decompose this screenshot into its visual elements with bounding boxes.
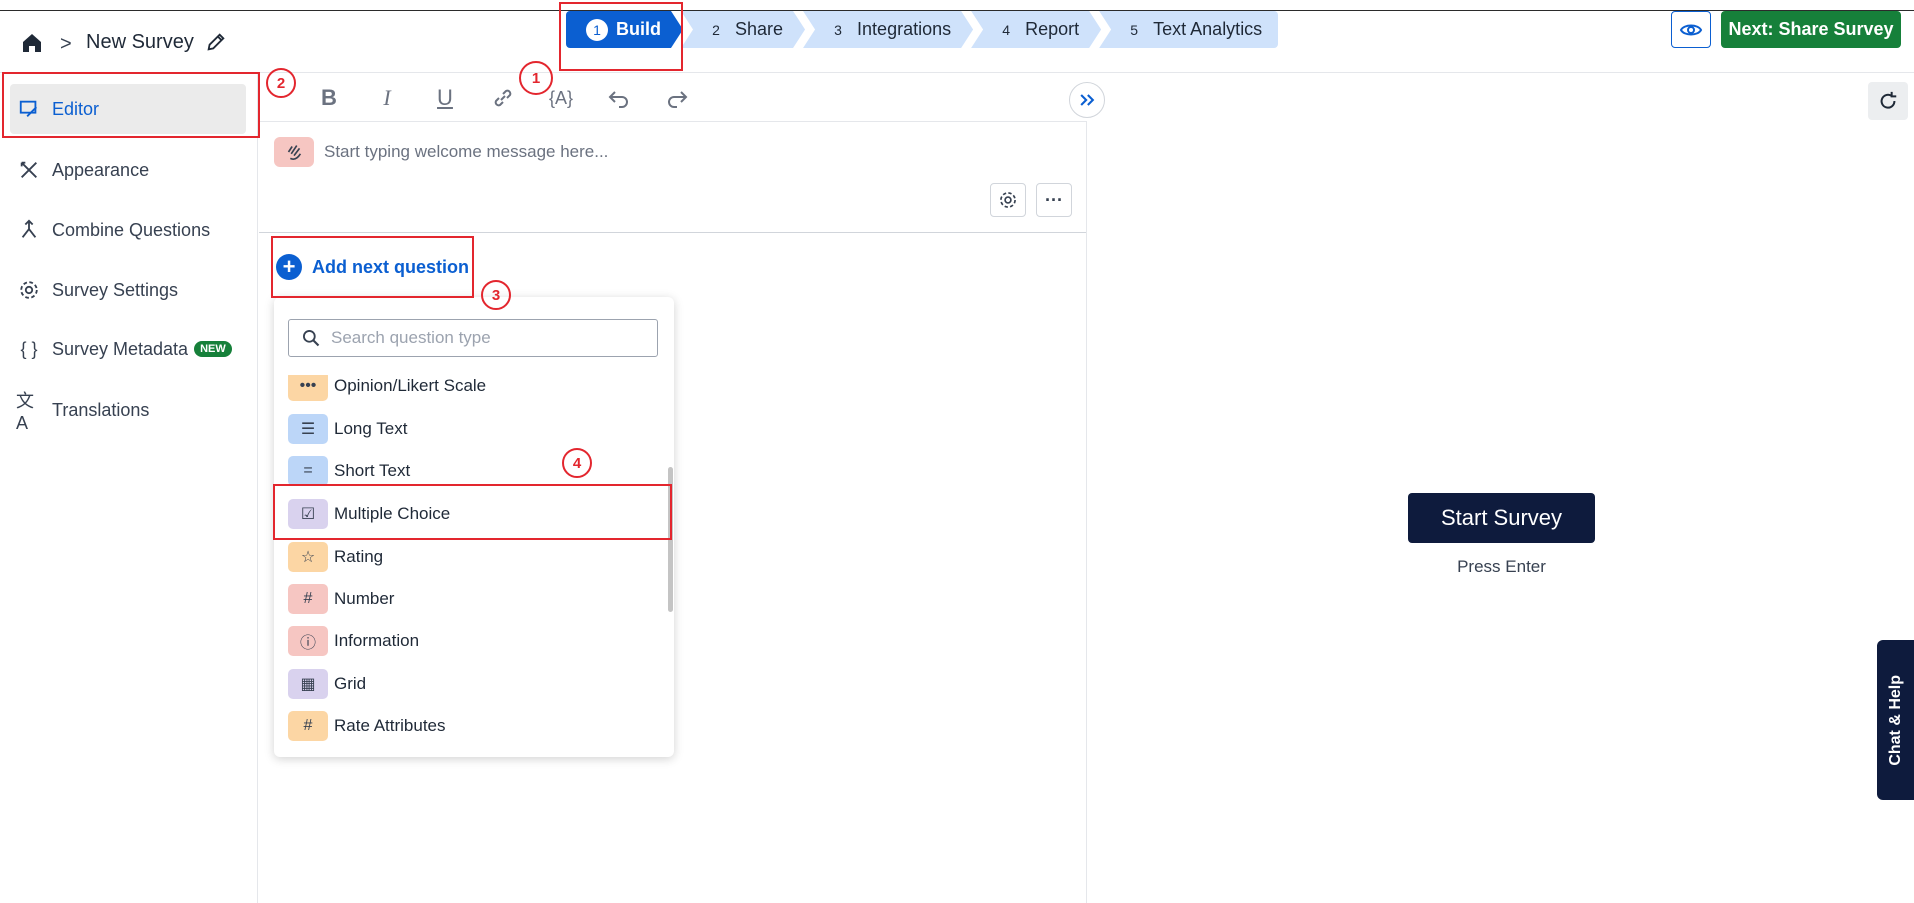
sidebar-item-label: Translations [52,399,150,420]
question-type-long-text[interactable]: ☰ Long Text [288,412,658,446]
eye-icon [1679,24,1703,35]
sidebar-item-appearance[interactable]: Appearance [10,145,246,195]
annotation-box-multiple-choice [273,484,672,540]
question-type-label: Opinion/Likert Scale [334,376,487,395]
redo-icon [668,91,688,108]
dots-icon: ••• [288,375,328,401]
divider [259,232,1087,233]
info-icon: ⓘ [288,626,328,656]
refresh-icon [1880,91,1897,109]
more-options-button[interactable]: ··· [1036,183,1072,217]
gear-icon [16,277,42,303]
step-share[interactable]: 2 Share [681,11,805,48]
question-type-rate-attributes[interactable]: # Rate Attributes [288,709,658,743]
sidebar-item-label: Survey Settings [52,279,179,300]
question-type-label: Rating [334,547,384,566]
undo-button[interactable] [590,80,648,116]
top-border [0,0,1914,11]
link-icon [494,89,512,107]
question-type-number[interactable]: # Number [288,582,658,616]
refresh-preview-button[interactable] [1868,82,1908,120]
question-type-label: Short Text [334,461,411,480]
annotation-number-4: 4 [562,448,592,478]
search-icon [303,330,320,347]
preview-button[interactable] [1671,11,1711,48]
question-type-label: Number [334,589,395,608]
step-label: Share [735,19,784,39]
underline-button[interactable]: U [416,80,474,116]
pencil-icon[interactable] [205,31,227,53]
brush-icon [16,157,42,183]
braces-icon: { } [20,338,38,359]
new-badge: NEW [194,341,232,357]
search-box [288,319,658,357]
annotation-number-3: 3 [481,280,511,310]
step-label: Integrations [857,19,952,39]
annotation-number-1: 1 [519,61,553,95]
hash-icon: # [288,584,328,614]
annotation-box-build [559,2,683,71]
annotation-box-add-question [271,236,474,298]
search-question-type-input[interactable] [331,328,631,348]
step-number: 4 [1002,21,1010,38]
sidebar-item-translations[interactable]: 文A Translations [10,385,246,435]
step-number: 2 [712,21,720,38]
double-chevron-right-icon [1080,94,1095,106]
sidebar-item-label: Combine Questions [52,219,211,240]
annotation-box-editor [2,72,260,138]
redo-button[interactable] [648,80,706,116]
chat-help-button[interactable]: Chat & Help [1877,640,1914,800]
step-integrations[interactable]: 3 Integrations [803,11,973,48]
question-type-rating[interactable]: ☆ Rating [288,540,658,574]
question-type-short-text[interactable]: = Short Text [288,454,658,488]
step-label: Report [1025,19,1080,39]
question-type-opinion-likert[interactable]: ••• Opinion/Likert Scale [288,375,658,403]
star-icon: ☆ [288,542,328,572]
grid-icon: ▦ [288,669,328,699]
translate-icon: 文A [16,390,34,433]
question-type-label: Grid [334,674,367,693]
question-type-label: Long Text [334,419,408,438]
next-share-survey-button[interactable]: Next: Share Survey [1721,11,1901,48]
annotation-number-2: 2 [266,68,296,98]
home-icon[interactable] [20,31,44,55]
sidebar: Editor Appearance Combine Questions Surv… [0,73,258,903]
merge-icon [16,217,42,243]
question-type-information[interactable]: ⓘ Information [288,624,658,658]
question-type-label: Information [334,631,420,650]
sidebar-item-survey-settings[interactable]: Survey Settings [10,265,246,315]
divider [1086,121,1087,903]
step-report[interactable]: 4 Report [971,11,1101,48]
chat-help-label: Chat & Help [1886,674,1904,766]
hash-grid-icon: # [288,711,328,741]
step-text-analytics[interactable]: 5 Text Analytics [1099,11,1279,48]
step-number: 3 [834,21,842,38]
gear-icon [1000,192,1016,208]
start-survey-button[interactable]: Start Survey [1408,493,1595,543]
question-type-label: Rate Attributes [334,716,446,735]
italic-button[interactable]: I [358,80,416,116]
press-enter-hint: Press Enter [1457,557,1546,576]
collapse-preview-button[interactable] [1069,82,1105,118]
welcome-message-input[interactable]: Start typing welcome message here... [324,142,608,162]
question-type-list: ••• Opinion/Likert Scale ☰ Long Text = S… [274,375,664,757]
sidebar-item-combine-questions[interactable]: Combine Questions [10,205,246,255]
bold-button[interactable]: B [300,80,358,116]
editor-toolbar: B I U {A} [300,80,706,116]
step-label: Text Analytics [1153,19,1263,39]
question-type-grid[interactable]: ▦ Grid [288,667,658,701]
welcome-wave-icon [274,137,314,167]
sidebar-item-label: Appearance [52,159,150,180]
divider [259,121,1087,122]
sidebar-item-label: Survey Metadata [52,338,189,359]
sidebar-item-survey-metadata[interactable]: { } Survey Metadata NEW [10,324,246,374]
breadcrumb-separator: > [60,33,72,55]
step-number: 5 [1130,21,1139,38]
lines-icon: ☰ [288,414,328,444]
short-lines-icon: = [288,456,328,486]
undo-icon [608,91,628,108]
survey-title: New Survey [86,31,194,53]
welcome-settings-button[interactable] [990,183,1026,217]
